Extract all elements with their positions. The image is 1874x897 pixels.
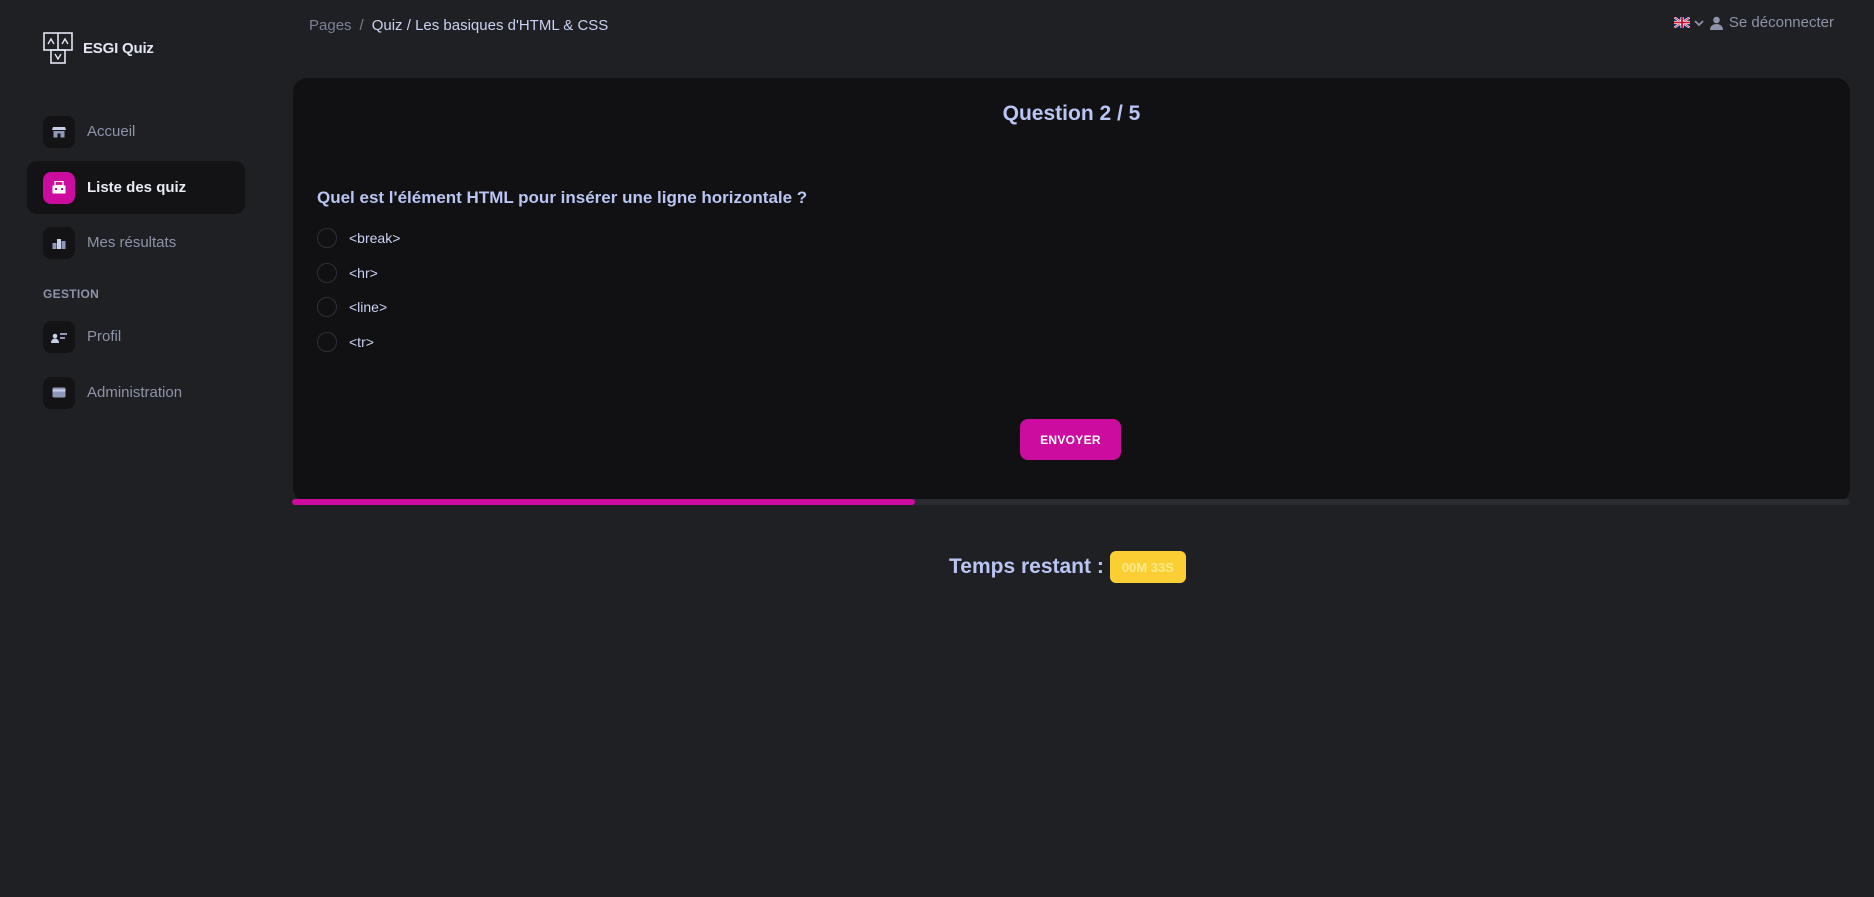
sidebar-item-label: Liste des quiz (87, 179, 187, 196)
radio-button[interactable] (317, 297, 337, 318)
timer: Temps restant : 00M 33S (949, 551, 1186, 583)
brand-logo-icon (43, 32, 73, 64)
language-dropdown[interactable] (1673, 17, 1704, 28)
chart-icon (52, 238, 66, 249)
answer-label: <hr> (349, 264, 378, 281)
answer-label: <break> (349, 230, 401, 247)
logout-link[interactable]: Se déconnecter (1709, 14, 1834, 31)
uk-flag-icon (1673, 17, 1690, 28)
quiz-progress-fill (292, 499, 916, 505)
breadcrumb: Pages / Quiz / Les basiques d'HTML & CSS (309, 17, 608, 34)
timer-label: Temps restant : (949, 555, 1104, 578)
sidebar-item-profil[interactable]: Profil (27, 310, 245, 363)
timer-badge: 00M 33S (1109, 551, 1186, 583)
user-icon (1709, 16, 1723, 30)
app: ESGI Quiz Accueil Liste des quiz Mes rés… (0, 0, 1874, 897)
answer-label: <tr> (349, 333, 374, 350)
answer-option[interactable]: <line> (317, 290, 400, 325)
answer-option[interactable]: <hr> (317, 256, 400, 291)
sidebar-item-results[interactable]: Mes résultats (27, 216, 245, 269)
sidebar-item-quiz-list[interactable]: Liste des quiz (27, 161, 245, 214)
question-counter: Question 2 / 5 (1002, 102, 1141, 125)
credit-card-icon (52, 387, 66, 398)
quiz-progress-bar (292, 499, 1850, 505)
topbar-actions: Se déconnecter (1673, 14, 1834, 31)
shop-icon (52, 126, 66, 137)
sidebar-item-label: Accueil (87, 123, 136, 140)
sidebar: ESGI Quiz Accueil Liste des quiz Mes rés… (0, 0, 262, 897)
user-card-icon (51, 332, 67, 343)
chevron-down-icon (1694, 19, 1704, 26)
submit-button[interactable]: ENVOYER (1020, 419, 1121, 460)
answer-list: <break> <hr> <line> <tr> (317, 221, 400, 359)
radio-button[interactable] (317, 331, 337, 352)
office-icon (52, 181, 66, 194)
radio-button[interactable] (317, 262, 337, 283)
question-text: Quel est l'élément HTML pour insérer une… (317, 188, 808, 207)
logout-label: Se déconnecter (1728, 14, 1834, 31)
brand[interactable]: ESGI Quiz (43, 32, 154, 64)
sidebar-item-label: Administration (87, 384, 183, 401)
sidebar-item-administration[interactable]: Administration (27, 366, 245, 419)
brand-name: ESGI Quiz (83, 39, 154, 57)
answer-label: <line> (349, 299, 388, 316)
answer-option[interactable]: <tr> (317, 325, 400, 360)
sidebar-section-title: GESTION (43, 287, 100, 301)
quiz-card: Question 2 / 5 Quel est l'élément HTML p… (293, 78, 1850, 502)
breadcrumb-current: Quiz / Les basiques d'HTML & CSS (371, 17, 609, 34)
breadcrumb-root[interactable]: Pages (309, 17, 352, 34)
radio-button[interactable] (317, 228, 337, 249)
answer-option[interactable]: <break> (317, 221, 400, 256)
sidebar-item-accueil[interactable]: Accueil (27, 105, 245, 158)
breadcrumb-separator: / (359, 17, 364, 34)
sidebar-item-label: Mes résultats (87, 234, 177, 251)
sidebar-item-label: Profil (87, 328, 122, 345)
